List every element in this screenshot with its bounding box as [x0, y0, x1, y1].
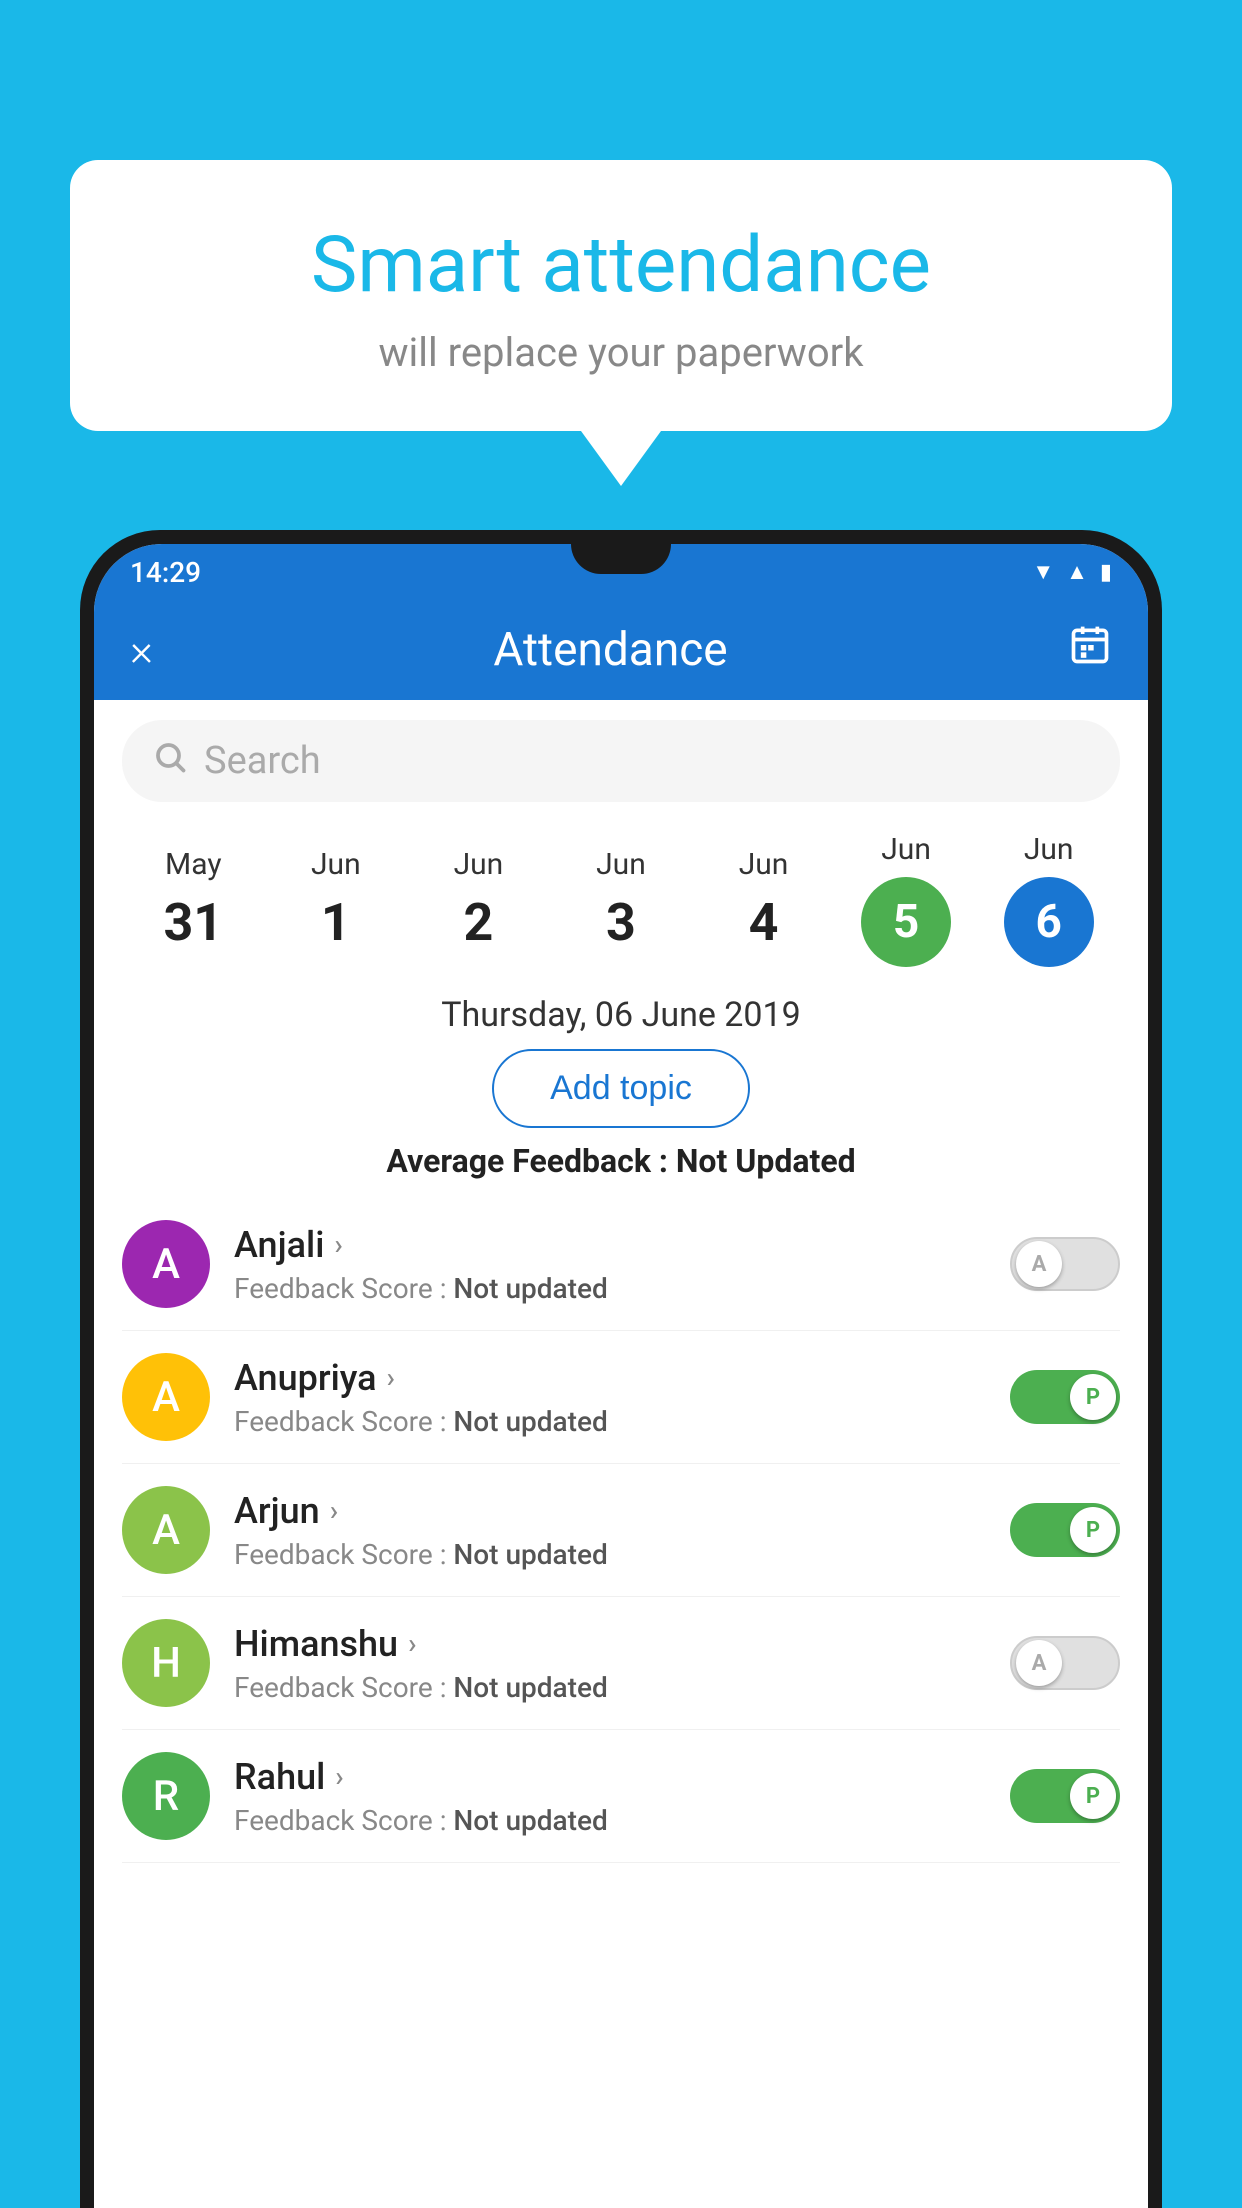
feedback-score-4: Feedback Score : Not updated — [234, 1804, 986, 1837]
attendance-toggle-0[interactable]: A — [1010, 1237, 1120, 1291]
chevron-icon-1: › — [387, 1361, 395, 1394]
attendance-toggle-1[interactable]: P — [1010, 1370, 1120, 1424]
student-item-1[interactable]: A Anupriya › Feedback Score : Not updated P — [122, 1331, 1120, 1464]
cal-day-1[interactable]: Jun 1 — [281, 847, 391, 953]
avatar-3: H — [122, 1619, 210, 1707]
app-title: Attendance — [493, 623, 727, 677]
speech-bubble-container: Smart attendance will replace your paper… — [70, 160, 1172, 486]
cal-date-2: 2 — [463, 892, 493, 953]
toggle-knob-0: A — [1016, 1241, 1062, 1287]
selected-date-label: Thursday, 06 June 2019 — [94, 995, 1148, 1035]
app-header: × Attendance — [94, 600, 1148, 700]
toggle-container-2[interactable]: P — [1010, 1503, 1120, 1557]
student-name-1: Anupriya › — [234, 1357, 986, 1399]
phone-screen: 14:29 ▼ ▲ ▮ × Attendance — [94, 544, 1148, 2208]
chevron-icon-4: › — [335, 1760, 343, 1793]
cal-date-1: 1 — [321, 892, 351, 953]
attendance-toggle-2[interactable]: P — [1010, 1503, 1120, 1557]
attendance-toggle-3[interactable]: A — [1010, 1636, 1120, 1690]
phone-notch — [571, 544, 671, 574]
cal-month-3: Jun — [596, 847, 646, 882]
speech-bubble: Smart attendance will replace your paper… — [70, 160, 1172, 431]
student-item-0[interactable]: A Anjali › Feedback Score : Not updated A — [122, 1198, 1120, 1331]
student-item-2[interactable]: A Arjun › Feedback Score : Not updated P — [122, 1464, 1120, 1597]
toggle-knob-4: P — [1070, 1773, 1116, 1819]
avg-feedback-value: Not Updated — [676, 1142, 856, 1180]
student-name-2: Arjun › — [234, 1490, 986, 1532]
cal-day-4[interactable]: Jun 4 — [709, 847, 819, 953]
cal-day-3[interactable]: Jun 3 — [566, 847, 676, 953]
cal-date-4: 4 — [749, 892, 779, 953]
cal-day-6[interactable]: Jun 6 — [994, 832, 1104, 967]
toggle-container-1[interactable]: P — [1010, 1370, 1120, 1424]
calendar-icon[interactable] — [1068, 623, 1112, 677]
avatar-0: A — [122, 1220, 210, 1308]
student-info-4: Rahul › Feedback Score : Not updated — [234, 1756, 986, 1837]
toggle-knob-3: A — [1016, 1640, 1062, 1686]
chevron-icon-3: › — [408, 1627, 416, 1660]
wifi-icon: ▼ — [1032, 559, 1054, 585]
search-placeholder: Search — [204, 739, 321, 783]
attendance-toggle-4[interactable]: P — [1010, 1769, 1120, 1823]
student-info-3: Himanshu › Feedback Score : Not updated — [234, 1623, 986, 1704]
feedback-score-1: Feedback Score : Not updated — [234, 1405, 986, 1438]
cal-month-5: Jun — [881, 832, 931, 867]
cal-month-2: Jun — [454, 847, 504, 882]
avatar-1: A — [122, 1353, 210, 1441]
cal-date-6: 6 — [1004, 877, 1094, 967]
battery-icon: ▮ — [1100, 560, 1112, 585]
speech-bubble-title: Smart attendance — [150, 220, 1092, 311]
toggle-container-3[interactable]: A — [1010, 1636, 1120, 1690]
cal-date-5: 5 — [861, 877, 951, 967]
cal-day-5[interactable]: Jun 5 — [851, 832, 961, 967]
toggle-container-0[interactable]: A — [1010, 1237, 1120, 1291]
cal-day-2[interactable]: Jun 2 — [423, 847, 533, 953]
chevron-icon-2: › — [330, 1494, 338, 1527]
add-topic-button[interactable]: Add topic — [492, 1049, 750, 1128]
chevron-icon-0: › — [334, 1228, 342, 1261]
average-feedback: Average Feedback : Not Updated — [94, 1142, 1148, 1180]
phone-frame: 14:29 ▼ ▲ ▮ × Attendance — [80, 530, 1162, 2208]
cal-month-4: Jun — [739, 847, 789, 882]
student-info-2: Arjun › Feedback Score : Not updated — [234, 1490, 986, 1571]
calendar-strip: May 31 Jun 1 Jun 2 Jun 3 Jun 4 Jun 5 Jun 6 — [94, 822, 1148, 987]
cal-date-0: 31 — [163, 892, 223, 953]
cal-day-0[interactable]: May 31 — [138, 847, 248, 953]
cal-month-0: May — [165, 847, 221, 882]
student-item-4[interactable]: R Rahul › Feedback Score : Not updated P — [122, 1730, 1120, 1863]
student-name-4: Rahul › — [234, 1756, 986, 1798]
student-name-0: Anjali › — [234, 1224, 986, 1266]
student-name-3: Himanshu › — [234, 1623, 986, 1665]
feedback-score-2: Feedback Score : Not updated — [234, 1538, 986, 1571]
search-icon — [152, 739, 188, 784]
cal-date-3: 3 — [606, 892, 636, 953]
status-time: 14:29 — [130, 556, 201, 589]
cal-month-1: Jun — [311, 847, 361, 882]
student-list: AAnjali ›Feedback Score : Not updatedAAA… — [94, 1198, 1148, 1863]
feedback-score-0: Feedback Score : Not updated — [234, 1272, 986, 1305]
signal-icon: ▲ — [1066, 559, 1088, 585]
close-button[interactable]: × — [130, 624, 153, 676]
toggle-knob-2: P — [1070, 1507, 1116, 1553]
search-bar[interactable]: Search — [122, 720, 1120, 802]
toggle-container-4[interactable]: P — [1010, 1769, 1120, 1823]
student-info-0: Anjali › Feedback Score : Not updated — [234, 1224, 986, 1305]
avatar-4: R — [122, 1752, 210, 1840]
avatar-2: A — [122, 1486, 210, 1574]
avg-feedback-label: Average Feedback : — [386, 1142, 675, 1180]
status-icons: ▼ ▲ ▮ — [1032, 559, 1112, 585]
student-item-3[interactable]: H Himanshu › Feedback Score : Not updated A — [122, 1597, 1120, 1730]
student-info-1: Anupriya › Feedback Score : Not updated — [234, 1357, 986, 1438]
feedback-score-3: Feedback Score : Not updated — [234, 1671, 986, 1704]
speech-bubble-subtitle: will replace your paperwork — [150, 329, 1092, 376]
toggle-knob-1: P — [1070, 1374, 1116, 1420]
cal-month-6: Jun — [1024, 832, 1074, 867]
speech-bubble-tail — [581, 431, 661, 486]
